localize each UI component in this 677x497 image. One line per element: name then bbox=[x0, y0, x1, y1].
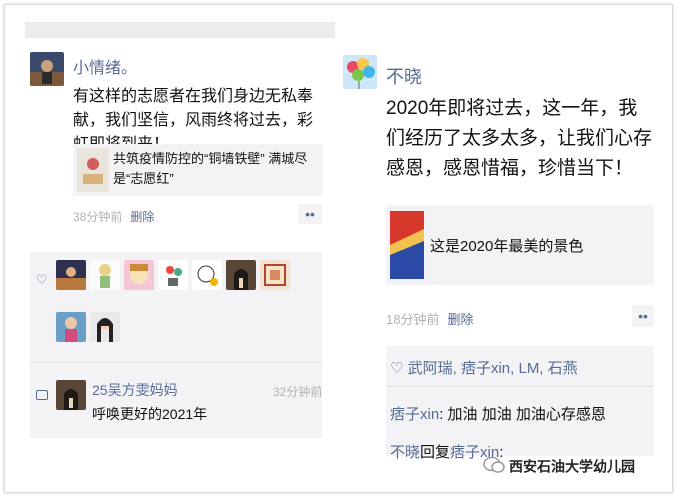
comment-avatar[interactable] bbox=[56, 380, 86, 410]
heart-icon: ♡ bbox=[36, 272, 48, 287]
heart-icon: ♡ bbox=[390, 360, 408, 377]
likes-line: ♡ 武阿瑞, 痞子xin, LM, 石燕 bbox=[390, 357, 578, 378]
comment-time: 32分钟前 bbox=[273, 385, 323, 399]
comment-row[interactable]: 痞子xin: 加油 加油 加油心存感恩 bbox=[390, 403, 606, 424]
liker-avatar[interactable] bbox=[158, 260, 188, 290]
link-title: 共筑疫情防控的“铜墙铁壁” 满城尽是“志愿红” bbox=[113, 151, 308, 186]
comment-username[interactable]: 痞子xin bbox=[390, 406, 439, 423]
post-time: 18分钟前 bbox=[386, 312, 440, 327]
liker-avatar[interactable] bbox=[192, 260, 222, 290]
reply-word: 回复 bbox=[420, 444, 451, 461]
link-thumbnail bbox=[390, 211, 424, 279]
post-meta: 38分钟前 删除 bbox=[73, 208, 154, 225]
more-button[interactable]: •• bbox=[298, 204, 322, 224]
link-thumbnail bbox=[77, 148, 109, 192]
likes-names[interactable]: 武阿瑞, 痞子xin, LM, 石燕 bbox=[408, 360, 578, 377]
reply-username[interactable]: 不晓 bbox=[390, 444, 420, 461]
more-button[interactable]: •• bbox=[632, 305, 654, 327]
liker-avatar[interactable] bbox=[56, 260, 86, 290]
link-preview[interactable]: 共筑疫情防控的“铜墙铁壁” 满城尽是“志愿红” bbox=[73, 144, 323, 196]
avatar[interactable] bbox=[30, 52, 64, 86]
post-username[interactable]: 不晓 bbox=[386, 63, 422, 89]
post-time: 38分钟前 bbox=[73, 210, 123, 224]
liker-avatar[interactable] bbox=[56, 312, 86, 342]
post-username[interactable]: 小情绪。 bbox=[73, 54, 137, 78]
watermark-text: 西安石油大学幼儿园 bbox=[509, 458, 635, 475]
divider bbox=[386, 386, 654, 387]
liker-avatar[interactable] bbox=[90, 260, 120, 290]
comment-text: 加油 加油 加油心存感恩 bbox=[447, 406, 606, 423]
liker-avatar[interactable] bbox=[90, 312, 120, 342]
link-title: 这是2020年最美的景色 bbox=[430, 238, 584, 255]
liker-avatar[interactable] bbox=[260, 260, 290, 290]
delete-link[interactable]: 删除 bbox=[130, 210, 154, 224]
post-text: 2020年即将过去，这一年，我们经历了太多太多，让我们心存感恩，感恩惜福，珍惜当… bbox=[386, 98, 653, 179]
link-preview[interactable]: 这是2020年最美的景色 bbox=[386, 205, 654, 285]
liker-avatar[interactable] bbox=[124, 260, 154, 290]
post-meta: 18分钟前 删除 bbox=[386, 309, 473, 328]
delete-link[interactable]: 删除 bbox=[447, 312, 473, 327]
comment-icon bbox=[36, 390, 48, 400]
comment-text: 呼唤更好的2021年 bbox=[92, 406, 208, 422]
liker-avatar[interactable] bbox=[226, 260, 256, 290]
watermark: 西安石油大学幼儿园 bbox=[483, 456, 635, 477]
top-bar bbox=[25, 22, 335, 38]
avatar[interactable] bbox=[343, 55, 377, 89]
comment-username[interactable]: 25吴方雯妈妈 bbox=[92, 380, 178, 400]
wechat-logo-icon bbox=[483, 456, 505, 477]
